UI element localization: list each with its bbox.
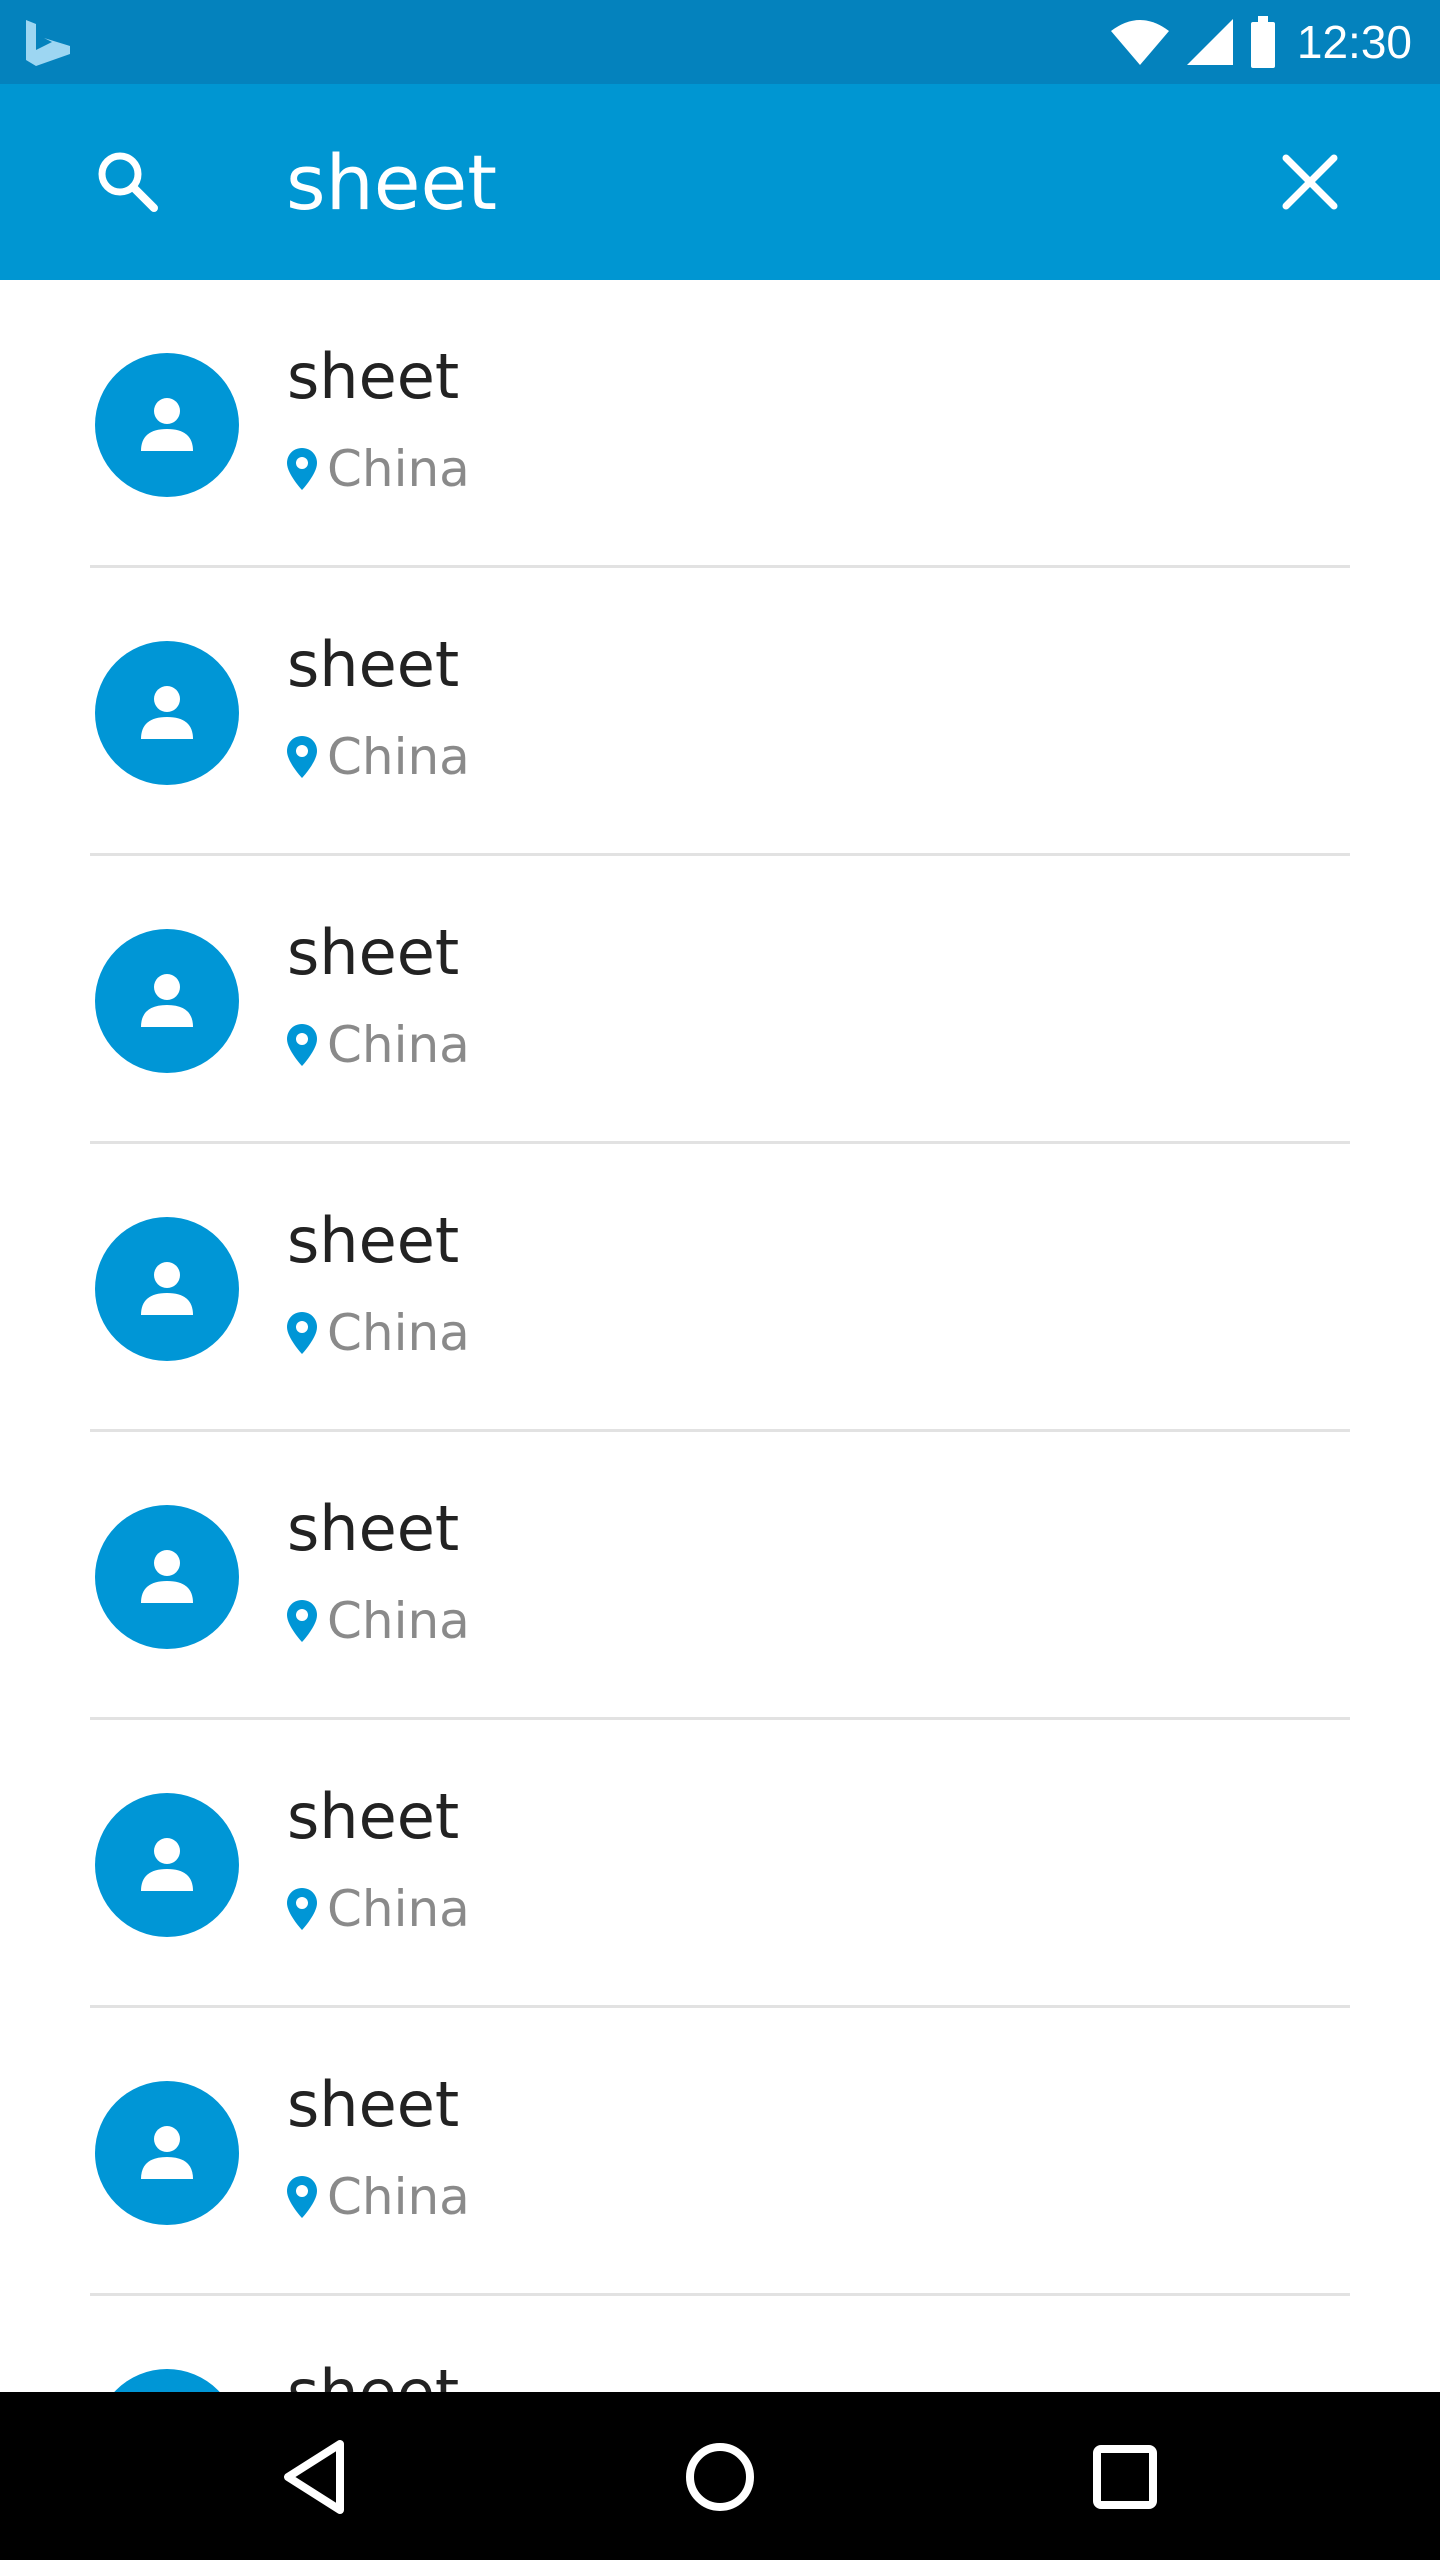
result-row[interactable]: sheet China xyxy=(0,2008,1440,2296)
location-pin-icon xyxy=(287,448,317,490)
result-row[interactable]: sheet China xyxy=(0,1432,1440,1720)
result-location: China xyxy=(287,440,470,498)
avatar xyxy=(95,1505,239,1649)
result-name: sheet xyxy=(287,340,460,413)
avatar xyxy=(95,1793,239,1937)
results-list: sheet China sheet China sheet China sheet China… xyxy=(0,280,1440,2392)
person-icon xyxy=(141,1262,193,1315)
location-pin-icon xyxy=(287,736,317,778)
recents-icon[interactable] xyxy=(1080,2432,1170,2522)
person-icon xyxy=(141,1550,193,1603)
search-bar: sheet xyxy=(0,84,1440,280)
result-location-label: China xyxy=(327,1016,470,1074)
location-pin-icon xyxy=(287,2176,317,2218)
result-location: China xyxy=(287,1592,470,1650)
result-name: sheet xyxy=(287,2068,460,2141)
back-icon[interactable] xyxy=(270,2432,360,2522)
result-name: sheet xyxy=(287,1780,460,1853)
result-location: China xyxy=(287,2168,470,2226)
result-location: China xyxy=(287,1880,470,1938)
location-pin-icon xyxy=(287,1888,317,1930)
avatar xyxy=(95,641,239,785)
result-location-label: China xyxy=(327,2168,470,2226)
result-row[interactable]: sheet China xyxy=(0,280,1440,568)
result-row[interactable]: sheet China xyxy=(0,568,1440,856)
status-icons: 12:30 xyxy=(1109,0,1412,84)
search-input[interactable]: sheet xyxy=(286,138,497,228)
result-location: China xyxy=(287,728,470,786)
result-name: sheet xyxy=(287,1204,460,1277)
avatar xyxy=(95,353,239,497)
result-name: sheet xyxy=(287,1492,460,1565)
result-name: sheet xyxy=(287,628,460,701)
person-icon xyxy=(141,1838,193,1891)
result-location-label: China xyxy=(327,728,470,786)
person-icon xyxy=(141,2126,193,2179)
result-row[interactable]: sheetChina xyxy=(0,2296,1440,2392)
location-pin-icon xyxy=(287,1600,317,1642)
search-icon[interactable] xyxy=(92,146,164,218)
navigation-bar xyxy=(0,2392,1440,2560)
result-location-label: China xyxy=(327,1880,470,1938)
result-name: sheet xyxy=(287,916,460,989)
avatar xyxy=(95,2081,239,2225)
result-row[interactable]: sheet China xyxy=(0,1720,1440,2008)
result-location-label: China xyxy=(327,440,470,498)
person-icon xyxy=(141,686,193,739)
result-location-label: China xyxy=(327,1592,470,1650)
person-icon xyxy=(141,398,193,451)
person-icon xyxy=(141,974,193,1027)
home-icon[interactable] xyxy=(675,2432,765,2522)
location-pin-icon xyxy=(287,1312,317,1354)
avatar xyxy=(95,2369,239,2392)
result-location: China xyxy=(287,1016,470,1074)
avatar xyxy=(95,1217,239,1361)
location-pin-icon xyxy=(287,1024,317,1066)
result-location-label: China xyxy=(327,1304,470,1362)
avatar xyxy=(95,929,239,1073)
result-name: sheet xyxy=(287,2356,459,2392)
status-bar: 12:30 xyxy=(0,0,1440,84)
wifi-icon xyxy=(1110,20,1169,65)
result-location: China xyxy=(287,1304,470,1362)
status-time: 12:30 xyxy=(1296,16,1412,68)
result-row[interactable]: sheet China xyxy=(0,1144,1440,1432)
bing-logo xyxy=(26,20,70,66)
battery-icon xyxy=(1250,16,1275,68)
signal-icon xyxy=(1186,19,1233,65)
close-icon[interactable] xyxy=(1272,144,1348,220)
result-row[interactable]: sheet China xyxy=(0,856,1440,1144)
